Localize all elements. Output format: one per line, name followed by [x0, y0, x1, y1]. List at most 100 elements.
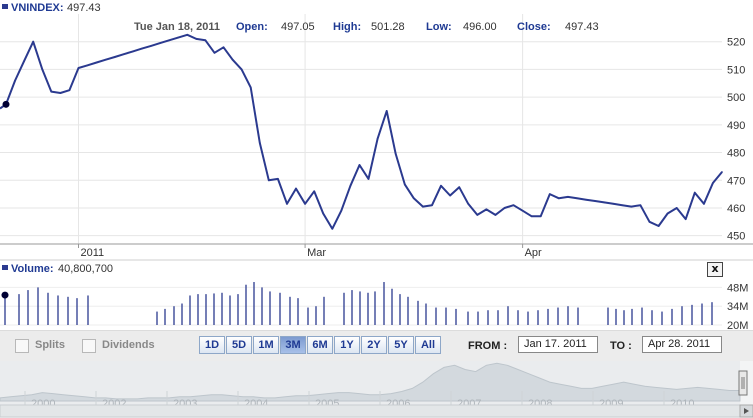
- open-label: Open:: [236, 21, 268, 33]
- price-point: [313, 190, 315, 193]
- navigator-scrollbar[interactable]: [0, 404, 741, 418]
- price-point: [141, 47, 143, 50]
- price-y-tick-label: 480: [727, 148, 745, 160]
- price-point: [322, 212, 325, 215]
- range-button-1m[interactable]: 1M: [253, 336, 279, 354]
- price-point: [639, 204, 642, 207]
- open-value: 497.05: [281, 21, 315, 33]
- close-value: 497.43: [565, 21, 599, 33]
- volume-value: 40,800,700: [58, 263, 113, 275]
- price-point: [485, 208, 488, 211]
- price-point: [86, 64, 89, 67]
- price-point: [675, 207, 678, 209]
- price-point: [177, 36, 180, 39]
- volume-y-tick-label: 20M: [727, 320, 748, 330]
- range-button-1d[interactable]: 1D: [199, 336, 225, 354]
- price-point: [168, 39, 170, 42]
- range-button-all[interactable]: All: [415, 336, 441, 354]
- dividends-label: Dividends: [102, 339, 155, 351]
- price-point: [186, 33, 189, 36]
- volume-label: Volume:: [11, 263, 54, 275]
- price-point: [503, 207, 506, 209]
- price-point: [340, 209, 343, 212]
- control-bar: Splits Dividends 1D 5D 1M 3M 6M 1Y 2Y 5Y…: [0, 330, 753, 362]
- volume-y-tick-label: 48M: [727, 282, 748, 294]
- price-point: [104, 58, 107, 61]
- price-point: [558, 197, 560, 200]
- price-point: [603, 201, 605, 204]
- price-point: [449, 194, 451, 197]
- price-point: [440, 185, 442, 187]
- navigator-handle-right[interactable]: [738, 370, 748, 396]
- close-volume-button[interactable]: x: [707, 262, 723, 277]
- price-point: [240, 68, 243, 71]
- range-button-5y[interactable]: 5Y: [388, 336, 414, 354]
- price-point: [630, 205, 633, 208]
- price-point: [394, 153, 397, 155]
- price-x-tick-label: Apr: [525, 247, 542, 259]
- price-point: [295, 187, 297, 190]
- current-price-marker: [2, 100, 10, 108]
- price-point: [703, 203, 705, 205]
- chart-background: [0, 0, 753, 330]
- price-point: [576, 197, 578, 200]
- price-point: [32, 40, 34, 43]
- to-label: TO :: [610, 340, 632, 352]
- price-point: [77, 67, 80, 69]
- range-button-5d[interactable]: 5D: [226, 336, 252, 354]
- price-point: [68, 89, 71, 92]
- price-point: [23, 60, 25, 62]
- price-point: [277, 178, 279, 180]
- price-point: [494, 214, 497, 216]
- splits-checkbox[interactable]: [15, 339, 29, 353]
- range-button-3m[interactable]: 3M: [280, 336, 306, 354]
- price-point: [712, 182, 714, 184]
- range-button-6m[interactable]: 6M: [307, 336, 333, 354]
- price-point: [204, 39, 207, 42]
- price-point: [349, 185, 352, 187]
- price-y-tick-label: 460: [727, 203, 745, 215]
- range-button-1y[interactable]: 1Y: [334, 336, 360, 354]
- price-point: [231, 58, 234, 61]
- price-point: [268, 179, 270, 182]
- navigator-chart[interactable]: 2000 2002 2003 2004 2005 2006 2007 2008 2009 2010: [0, 361, 753, 418]
- price-point: [132, 50, 134, 53]
- from-label: FROM :: [468, 340, 508, 352]
- price-y-tick-label: 510: [727, 64, 745, 76]
- price-x-tick-label: 2011: [81, 247, 105, 259]
- price-point: [14, 79, 16, 82]
- price-point: [594, 200, 596, 202]
- price-point: [431, 204, 433, 207]
- from-date-input[interactable]: Jan 17. 2011: [518, 336, 598, 353]
- index-value: 497.43: [67, 2, 101, 14]
- price-point: [467, 203, 470, 205]
- price-point: [376, 137, 379, 140]
- index-name: VNINDEX:: [11, 2, 64, 14]
- price-point: [150, 45, 152, 47]
- price-point: [195, 38, 198, 40]
- range-button-2y[interactable]: 2Y: [361, 336, 387, 354]
- navigator-mask: [0, 361, 740, 405]
- price-point: [521, 209, 524, 212]
- price-point: [385, 110, 388, 112]
- price-y-tick-label: 490: [727, 120, 745, 132]
- price-point: [476, 214, 479, 216]
- price-point: [213, 51, 216, 54]
- price-point: [403, 183, 406, 186]
- volume-y-tick-label: 34M: [727, 301, 748, 313]
- price-point: [123, 53, 125, 55]
- price-point: [367, 178, 370, 180]
- price-point: [331, 227, 334, 230]
- price-point: [358, 164, 361, 166]
- price-chart[interactable]: 450 460 470 480 490 500 510 520 2011 Mar Apr VNIN…: [0, 0, 753, 330]
- price-point: [512, 204, 515, 207]
- volume-marker: [1, 291, 9, 299]
- price-point: [59, 92, 62, 94]
- dividends-checkbox[interactable]: [82, 339, 96, 353]
- price-y-tick-label: 450: [727, 231, 745, 243]
- price-point: [666, 212, 669, 215]
- price-point: [222, 46, 225, 49]
- to-date-input[interactable]: Apr 28. 2011: [642, 336, 722, 353]
- close-label: Close:: [517, 21, 551, 33]
- price-x-tick-label: Mar: [307, 247, 326, 259]
